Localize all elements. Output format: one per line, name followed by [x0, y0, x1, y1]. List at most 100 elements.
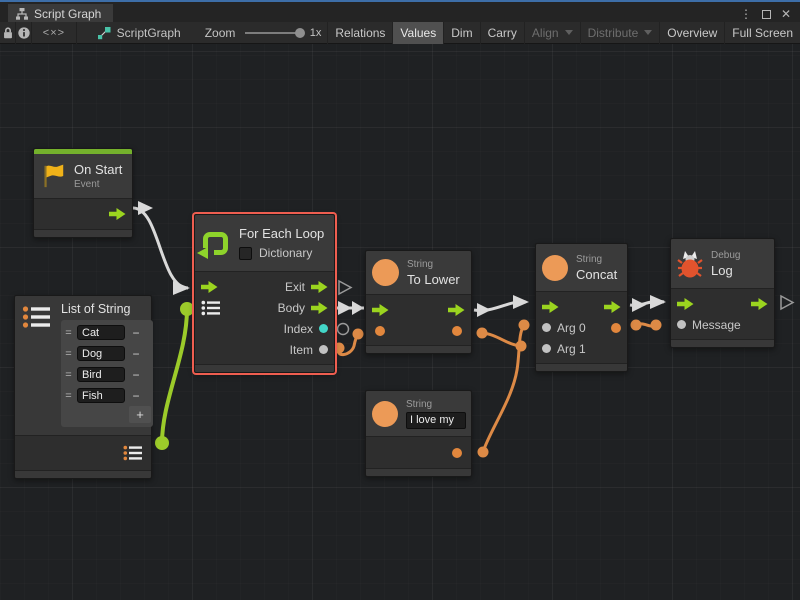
node-type-label: String [407, 259, 460, 270]
list-input-port[interactable] [201, 300, 221, 316]
graph-hierarchy-icon [16, 8, 28, 20]
dictionary-checkbox[interactable] [239, 247, 252, 260]
lock-icon [1, 26, 15, 40]
flow-output-port-body[interactable] [311, 302, 328, 314]
tab-title: Script Graph [34, 7, 101, 21]
info-button[interactable] [16, 22, 32, 44]
loop-icon [203, 232, 228, 255]
graph-name-label: ScriptGraph [117, 26, 181, 40]
distribute-button[interactable]: Distribute [580, 22, 660, 44]
zoom-label: Zoom [205, 26, 236, 40]
port-label-message: Message [692, 318, 741, 332]
node-title: On Start [74, 162, 122, 177]
relations-button[interactable]: Relations [327, 22, 392, 44]
overview-button[interactable]: Overview [659, 22, 724, 44]
drag-handle-icon[interactable]: = [63, 327, 74, 339]
flow-input-port[interactable] [201, 281, 218, 293]
window-tab-bar: Script Graph ⋮ ✕ [0, 0, 800, 22]
code-view-button[interactable]: <×> [32, 22, 76, 44]
node-type-label: String [406, 399, 466, 410]
align-button[interactable]: Align [524, 22, 580, 44]
values-button[interactable]: Values [392, 22, 443, 44]
node-string-literal[interactable]: String [365, 390, 472, 477]
string-type-icon [372, 259, 399, 286]
value-input-port[interactable] [375, 326, 385, 336]
value-input-port-message[interactable] [677, 320, 686, 329]
graph-toolbar: <×> ScriptGraph Zoom 1x Relations Values… [0, 22, 800, 44]
flow-output-port-exit[interactable] [311, 281, 328, 293]
node-concat[interactable]: String Concat Arg 0 Arg 1 [535, 243, 628, 372]
list-output-port[interactable] [123, 445, 143, 461]
port-label-body: Body [278, 301, 305, 315]
string-type-icon [542, 255, 568, 281]
port-label-item: Item [290, 343, 313, 357]
node-type-label: String [576, 254, 617, 265]
node-on-start[interactable]: On Start Event [33, 148, 133, 238]
list-item-row: = − [63, 322, 151, 343]
list-item-row: = − [63, 364, 151, 385]
flow-input-port[interactable] [677, 298, 694, 310]
list-icon [22, 305, 52, 329]
flow-input-port[interactable] [542, 301, 559, 313]
code-view-icon: <×> [43, 27, 65, 39]
string-value-input[interactable] [406, 412, 466, 429]
node-title: For Each Loop [239, 226, 324, 241]
flow-output-port[interactable] [109, 208, 126, 220]
list-item-input[interactable] [77, 367, 125, 382]
zoom-slider[interactable] [245, 32, 300, 34]
flow-output-port[interactable] [751, 298, 768, 310]
node-title: List of String [61, 302, 147, 316]
carry-button[interactable]: Carry [480, 22, 524, 44]
flag-icon [40, 163, 66, 189]
remove-item-button[interactable]: − [128, 326, 144, 340]
flow-output-port[interactable] [448, 304, 465, 316]
bug-icon [677, 250, 703, 278]
port-label-arg0: Arg 0 [557, 321, 586, 335]
add-item-button[interactable]: + [129, 406, 151, 423]
node-subtitle: Event [74, 179, 122, 190]
drag-handle-icon[interactable]: = [63, 348, 74, 360]
dropdown-arrow-icon [644, 30, 652, 35]
lock-button[interactable] [0, 22, 16, 44]
node-title: Concat [576, 267, 617, 282]
list-item-input[interactable] [77, 325, 125, 340]
port-label-arg1: Arg 1 [557, 342, 586, 356]
node-for-each-loop[interactable]: For Each Loop Dictionary Exit Body Index [194, 214, 335, 373]
string-type-icon [372, 401, 398, 427]
value-input-port-arg1[interactable] [542, 344, 551, 353]
list-item-row: = − [63, 385, 151, 406]
dim-button[interactable]: Dim [443, 22, 479, 44]
value-output-port-index[interactable] [319, 324, 328, 333]
graph-name: ScriptGraph [97, 26, 181, 40]
list-item-input[interactable] [77, 388, 125, 403]
remove-item-button[interactable]: − [128, 347, 144, 361]
value-output-port-item[interactable] [319, 345, 328, 354]
remove-item-button[interactable]: − [128, 389, 144, 403]
info-icon [17, 26, 31, 40]
node-to-lower[interactable]: String To Lower [365, 250, 472, 354]
port-label-index: Index [284, 322, 313, 336]
node-debug-log[interactable]: Debug Log Message [670, 238, 775, 348]
script-graph-icon [97, 26, 111, 40]
fullscreen-button[interactable]: Full Screen [724, 22, 800, 44]
value-output-port[interactable] [452, 326, 462, 336]
node-type-label: Debug [711, 250, 740, 261]
drag-handle-icon[interactable]: = [63, 369, 74, 381]
value-output-port[interactable] [611, 323, 621, 333]
drag-handle-icon[interactable]: = [63, 390, 74, 402]
value-output-port[interactable] [452, 448, 462, 458]
zoom-value: 1x [310, 27, 322, 39]
dropdown-arrow-icon [565, 30, 573, 35]
list-editor: = − = − = − = − + [61, 320, 153, 427]
flow-output-port[interactable] [604, 301, 621, 313]
zoom-slider-knob[interactable] [295, 28, 305, 38]
node-title: Log [711, 263, 740, 278]
dictionary-checkbox-label: Dictionary [259, 246, 312, 260]
node-list-of-string[interactable]: List of String = − = − = − = − [14, 295, 152, 479]
flow-input-port[interactable] [372, 304, 389, 316]
list-item-input[interactable] [77, 346, 125, 361]
value-input-port-arg0[interactable] [542, 323, 551, 332]
list-item-row: = − [63, 343, 151, 364]
node-title: To Lower [407, 272, 460, 287]
remove-item-button[interactable]: − [128, 368, 144, 382]
